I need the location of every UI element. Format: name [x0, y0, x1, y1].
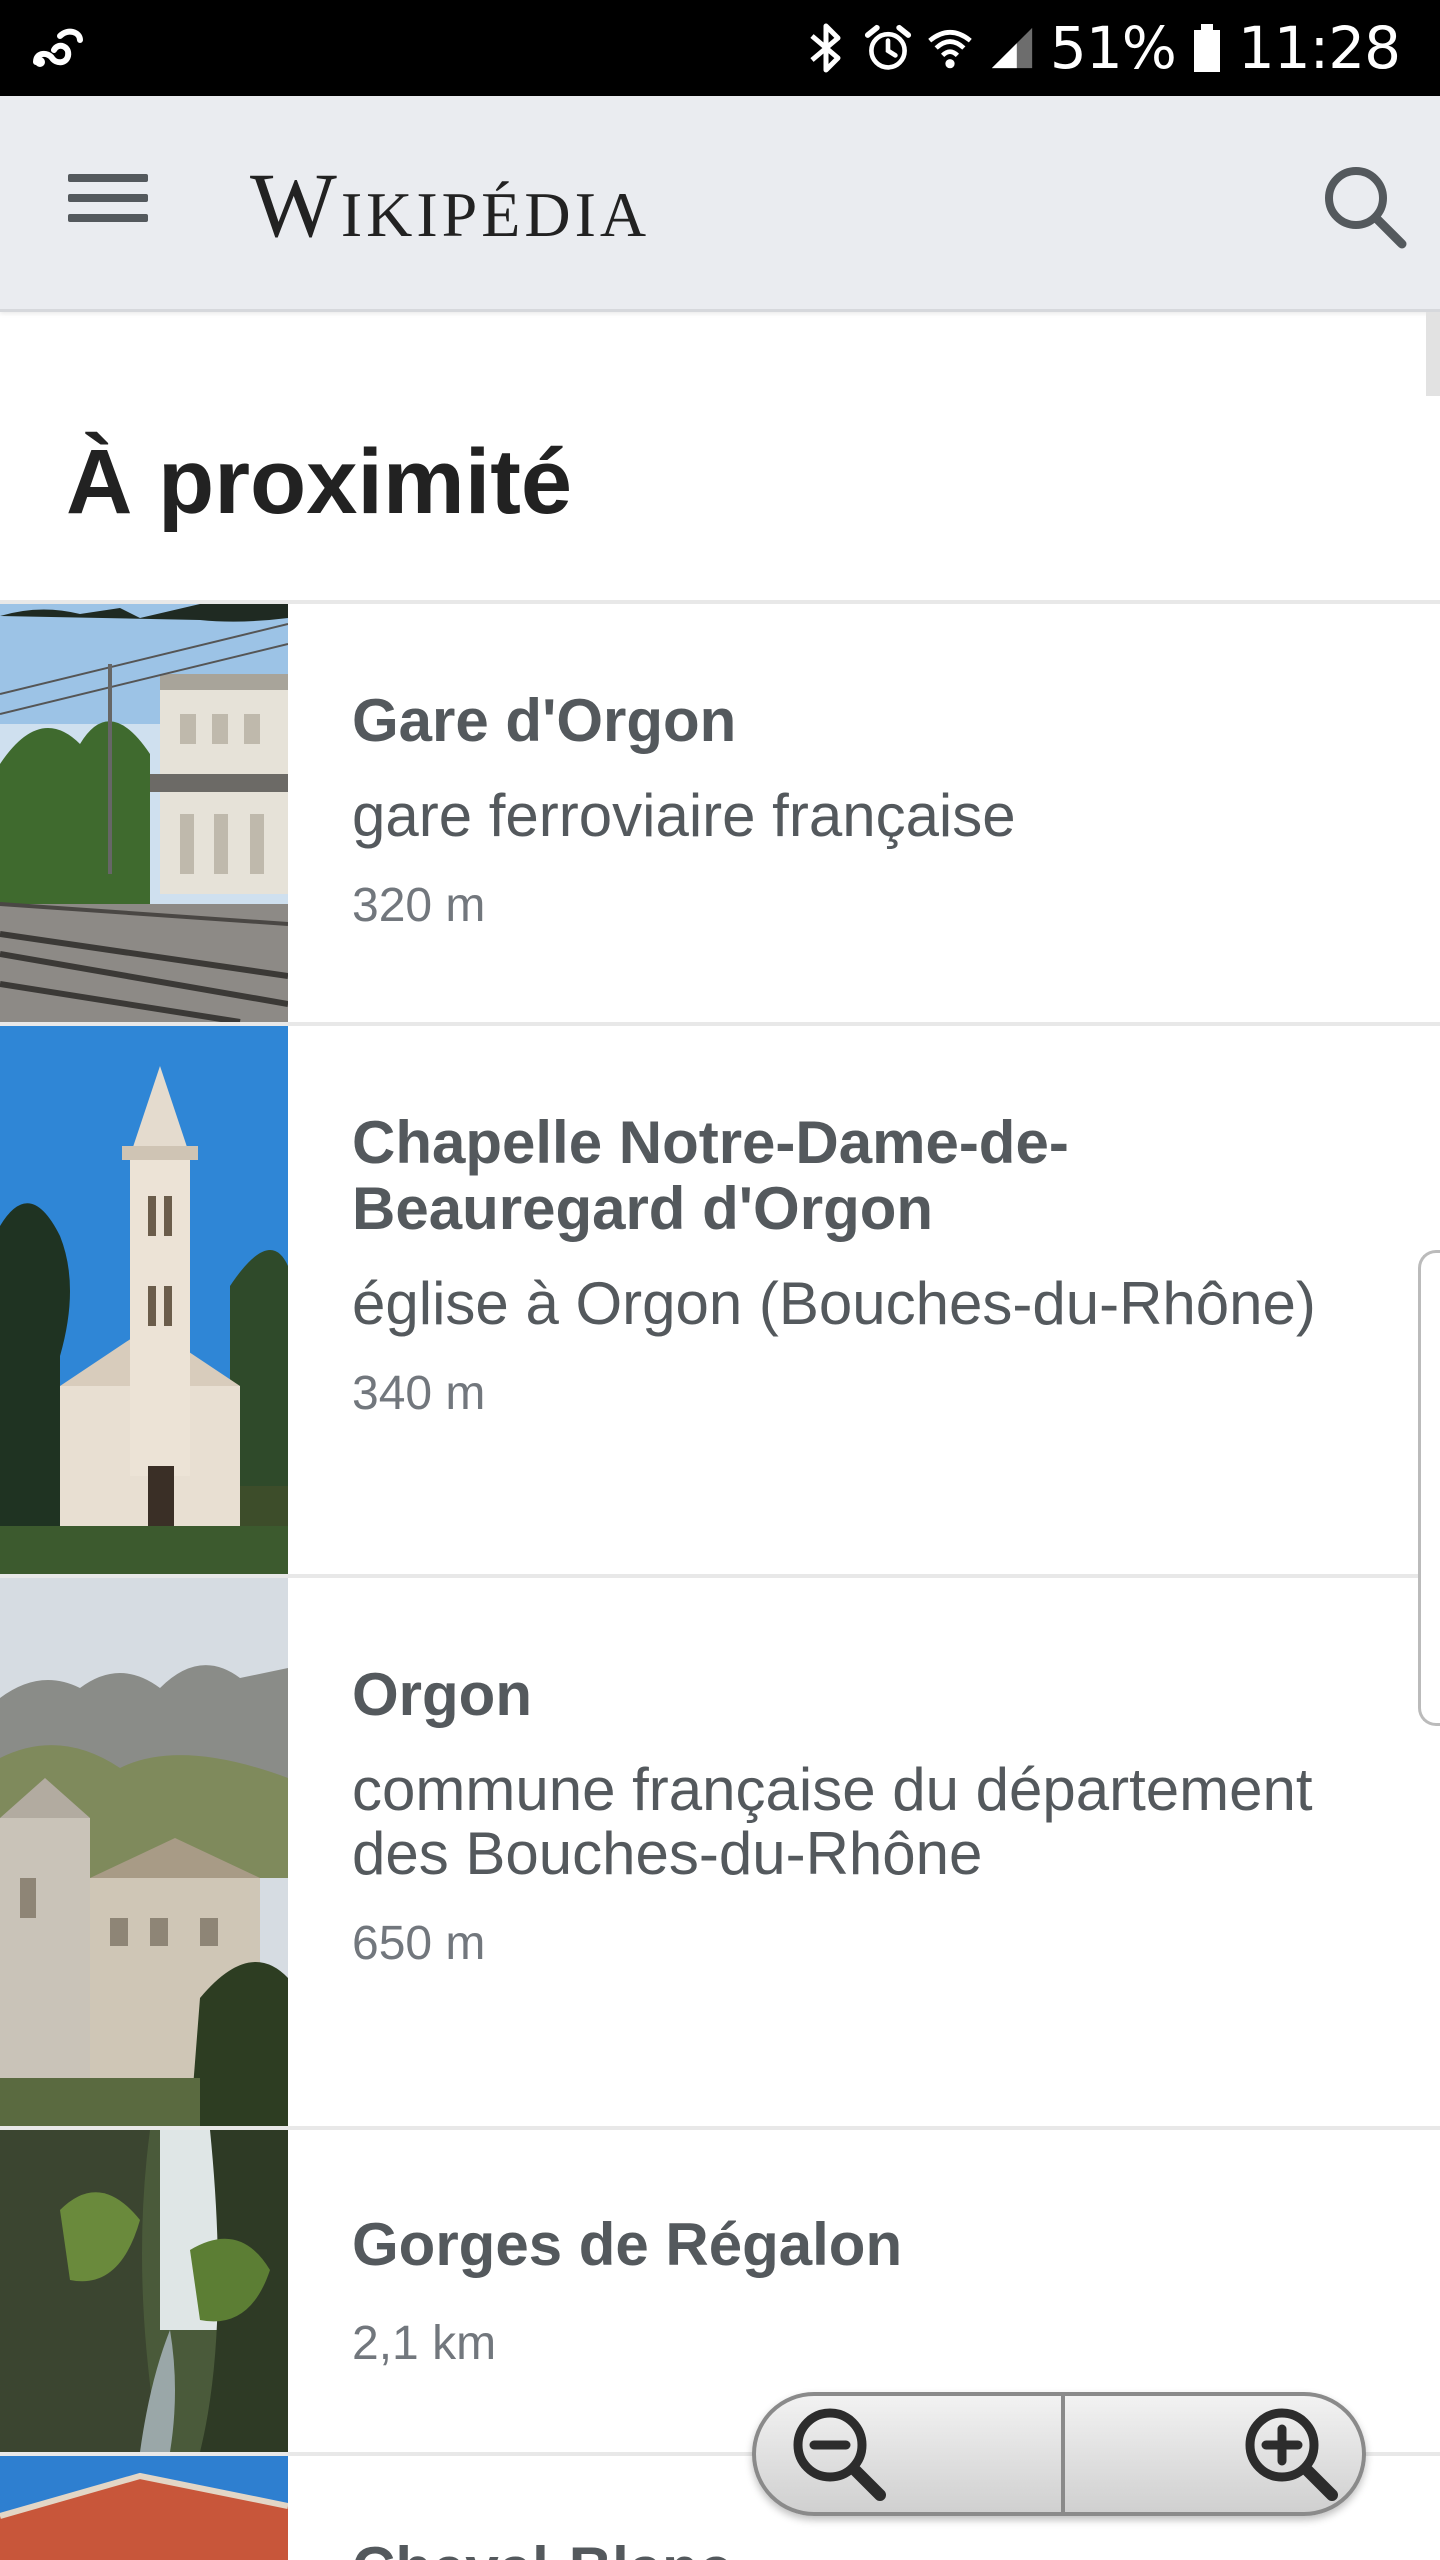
list-item[interactable]: Chapelle Notre-Dame-de-Beauregard d'Orgo…: [0, 1026, 1440, 1578]
link-icon: [30, 22, 86, 74]
zoom-controls: [752, 2392, 1366, 2516]
hamburger-menu-icon[interactable]: [62, 164, 154, 246]
status-bar: 51% 11:28: [0, 0, 1440, 96]
item-title: Gare d'Orgon: [352, 687, 737, 754]
item-distance: 2,1 km: [352, 2317, 497, 2370]
zoom-in-icon: [1234, 2397, 1344, 2512]
thumbnail-image: [0, 2130, 288, 2452]
page-title: À proximité: [66, 431, 573, 533]
item-description: commune française du département des Bou…: [352, 1756, 1313, 1887]
thumbnail-image: [0, 1026, 288, 1574]
zoom-out-icon: [782, 2397, 892, 2512]
alarm-icon: [864, 20, 912, 76]
battery-percent: 51%: [1049, 14, 1177, 82]
battery-icon: [1190, 20, 1224, 76]
zoom-out-button[interactable]: [756, 2396, 1065, 2512]
item-distance: 320 m: [352, 879, 486, 932]
edge-panel-handle[interactable]: [1418, 1250, 1440, 1726]
item-title: Gorges de Régalon: [352, 2211, 903, 2278]
item-title: Chapelle Notre-Dame-de-Beauregard d'Orgo…: [352, 1109, 1069, 1242]
item-title: Orgon: [352, 1661, 532, 1728]
item-distance: 650 m: [352, 1917, 486, 1970]
search-icon[interactable]: [1316, 158, 1412, 254]
item-title: Cheval-Blanc: [352, 2536, 1360, 2560]
signal-icon: [988, 20, 1036, 76]
item-distance: 340 m: [352, 1367, 486, 1420]
thumbnail-image: [0, 604, 288, 1022]
item-description: église à Orgon (Bouches-du-Rhône): [352, 1270, 1316, 1337]
scrollbar-thumb[interactable]: [1426, 312, 1440, 396]
thumbnail-image: [0, 2456, 288, 2560]
list-item[interactable]: Gare d'Orgon gare ferroviaire française …: [0, 604, 1440, 1026]
clock-time: 11:28: [1237, 14, 1401, 82]
list-item[interactable]: Orgon commune française du département d…: [0, 1578, 1440, 2130]
app-bar: Wikipédia: [0, 96, 1440, 312]
wifi-icon: [926, 20, 974, 76]
wikipedia-wordmark: Wikipédia: [250, 154, 651, 256]
item-description: gare ferroviaire française: [352, 782, 1016, 849]
bluetooth-icon: [802, 20, 850, 76]
zoom-in-button[interactable]: [1065, 2396, 1362, 2512]
thumbnail-image: [0, 1578, 288, 2126]
